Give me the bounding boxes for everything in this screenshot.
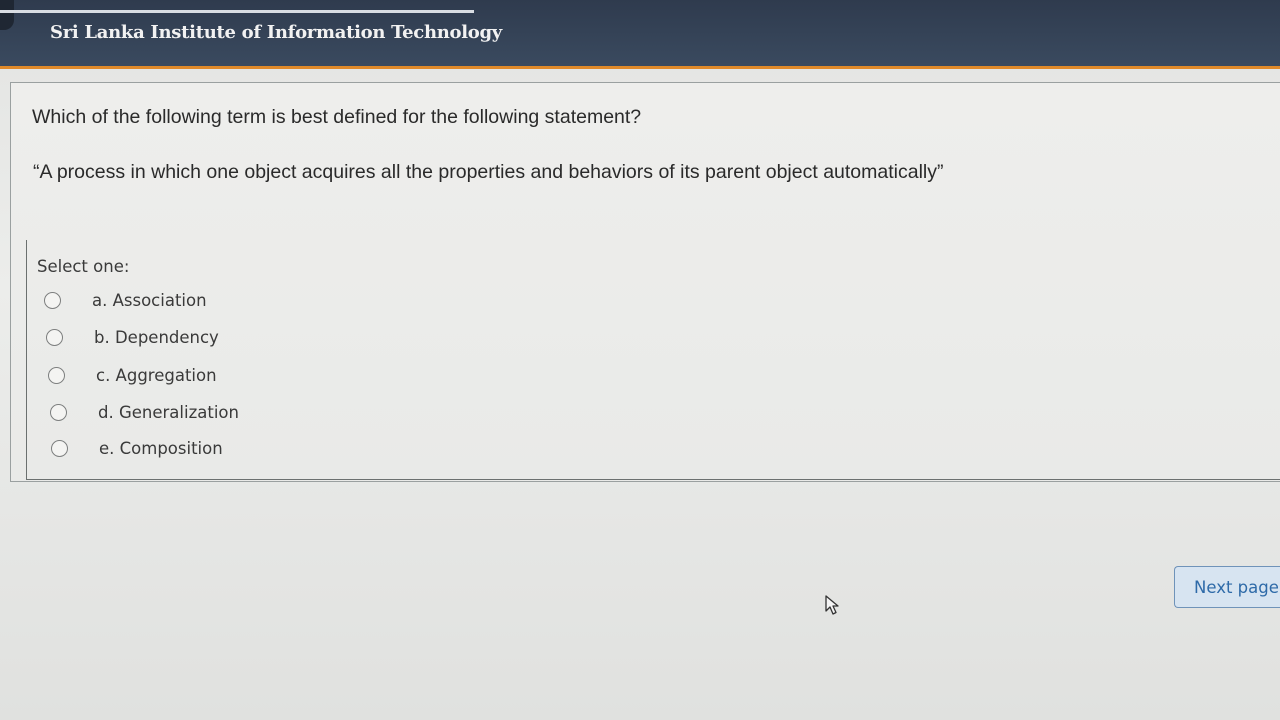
option-e[interactable]: e. Composition	[51, 436, 311, 460]
quiz-page: Sri Lanka Institute of Information Techn…	[0, 0, 1280, 720]
site-title[interactable]: Sri Lanka Institute of Information Techn…	[50, 22, 502, 43]
option-b[interactable]: b. Dependency	[46, 325, 306, 349]
site-header: Sri Lanka Institute of Information Techn…	[0, 0, 1280, 66]
select-one-prompt: Select one:	[37, 257, 130, 276]
next-page-button[interactable]: Next page	[1174, 566, 1280, 608]
option-a[interactable]: a. Association	[44, 288, 304, 312]
radio-button-c[interactable]	[48, 366, 65, 384]
question-statement: “A process in which one object acquires …	[33, 161, 944, 183]
option-d[interactable]: d. Generalization	[50, 400, 310, 424]
radio-button-e[interactable]	[51, 439, 68, 457]
header-logo-edge	[0, 0, 14, 30]
mouse-pointer-icon	[825, 595, 839, 615]
option-label-a[interactable]: a. Association	[92, 291, 207, 310]
header-accent-bar	[0, 66, 1280, 69]
option-label-b[interactable]: b. Dependency	[94, 328, 219, 347]
radio-button-d[interactable]	[50, 403, 67, 421]
radio-button-a[interactable]	[44, 291, 61, 309]
question-text: Which of the following term is best defi…	[32, 106, 642, 128]
option-label-c[interactable]: c. Aggregation	[96, 366, 217, 385]
radio-button-b[interactable]	[46, 328, 63, 346]
option-label-d[interactable]: d. Generalization	[98, 403, 239, 422]
option-label-e[interactable]: e. Composition	[99, 439, 223, 458]
option-c[interactable]: c. Aggregation	[48, 363, 308, 387]
header-divider	[0, 10, 474, 13]
